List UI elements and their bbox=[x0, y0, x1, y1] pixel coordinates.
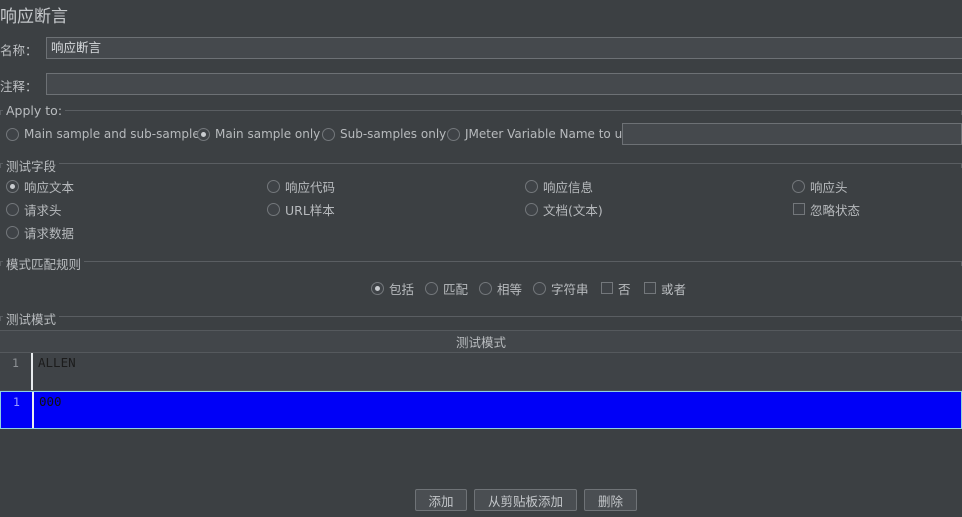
radio-request-headers[interactable]: 请求头 bbox=[6, 200, 62, 218]
radio-document-text[interactable]: 文档(文本) bbox=[525, 200, 603, 218]
option-label: 匹配 bbox=[443, 281, 469, 297]
table-row[interactable]: 1 000 bbox=[0, 391, 962, 429]
option-label: 文档(文本) bbox=[543, 202, 603, 218]
test-field-title: 测试字段 bbox=[3, 156, 60, 175]
row-number: 1 bbox=[12, 356, 19, 370]
radio-contains[interactable]: 包括 bbox=[371, 279, 414, 297]
radio-url-sample[interactable]: URL样本 bbox=[267, 200, 335, 218]
option-label: 响应代码 bbox=[285, 179, 336, 195]
pattern-rules-title: 模式匹配规则 bbox=[3, 254, 85, 273]
checkbox-not[interactable]: 否 bbox=[601, 279, 631, 297]
comment-label: 注释： bbox=[0, 79, 38, 94]
apply-to-title: Apply to: bbox=[3, 103, 66, 118]
option-label: 否 bbox=[618, 281, 631, 297]
radio-response-code[interactable]: 响应代码 bbox=[267, 177, 335, 195]
group-border-left bbox=[0, 110, 1, 115]
option-label: URL样本 bbox=[285, 202, 335, 218]
option-label: Main sample only bbox=[215, 127, 321, 141]
row-value[interactable]: 000 bbox=[32, 392, 961, 428]
radio-jmeter-variable-name[interactable]: JMeter Variable Name to use bbox=[447, 125, 636, 143]
checkbox-or[interactable]: 或者 bbox=[644, 279, 686, 297]
radio-sub-samples-only[interactable]: Sub-samples only bbox=[322, 125, 446, 143]
radio-icon bbox=[792, 179, 805, 193]
group-border-left bbox=[0, 163, 1, 168]
add-from-clipboard-button[interactable]: 从剪贴板添加 bbox=[474, 489, 577, 511]
radio-main-sample-only[interactable]: Main sample only bbox=[197, 125, 320, 143]
radio-icon bbox=[322, 127, 335, 141]
radio-icon bbox=[6, 179, 19, 193]
radio-main-sample-and-sub-samples[interactable]: Main sample and sub-samples bbox=[6, 125, 206, 143]
option-label: 响应文本 bbox=[24, 179, 75, 195]
comment-field-row: 注释： bbox=[0, 73, 962, 95]
radio-icon bbox=[447, 127, 460, 141]
name-field-row: 名称： 响应断言 bbox=[0, 37, 962, 59]
option-label: 忽略状态 bbox=[810, 202, 861, 218]
group-border-left bbox=[0, 316, 1, 321]
apply-to-group: Apply to: Main sample and sub-samples Ma… bbox=[0, 103, 962, 150]
radio-icon bbox=[197, 127, 210, 141]
option-label: 请求头 bbox=[24, 202, 62, 218]
radio-substring[interactable]: 字符串 bbox=[533, 279, 589, 297]
group-border-left bbox=[0, 261, 1, 266]
comment-input[interactable] bbox=[46, 73, 962, 95]
option-label: 包括 bbox=[389, 281, 415, 297]
option-label: 响应头 bbox=[810, 179, 848, 195]
name-label: 名称： bbox=[0, 43, 38, 58]
group-border-top bbox=[0, 163, 962, 164]
checkbox-icon bbox=[601, 282, 613, 294]
test-field-group: 测试字段 响应文本 请求头 请求数据 响应代码 URL样本 响应信息 文档(文本… bbox=[0, 156, 962, 249]
radio-icon bbox=[525, 179, 538, 193]
row-number: 1 bbox=[13, 395, 20, 409]
radio-icon bbox=[525, 202, 538, 216]
pattern-rules-group: 模式匹配规则 包括 匹配 相等 字符串 否 或者 bbox=[0, 254, 962, 303]
test-patterns-table: 测试模式 1 ALLEN 1 000 bbox=[0, 330, 962, 429]
test-patterns-group: 测试模式 bbox=[0, 309, 962, 328]
option-label: 或者 bbox=[661, 281, 687, 297]
radio-icon bbox=[6, 225, 19, 239]
radio-icon bbox=[267, 202, 280, 216]
radio-equals[interactable]: 相等 bbox=[479, 279, 522, 297]
add-button[interactable]: 添加 bbox=[415, 489, 467, 511]
radio-icon bbox=[425, 281, 438, 295]
checkbox-icon bbox=[644, 282, 656, 294]
group-border-top bbox=[0, 316, 962, 317]
option-label: 相等 bbox=[497, 281, 523, 297]
radio-icon bbox=[533, 281, 546, 295]
radio-icon bbox=[267, 179, 280, 193]
radio-matches[interactable]: 匹配 bbox=[425, 279, 468, 297]
group-border-top bbox=[0, 110, 962, 111]
radio-response-text[interactable]: 响应文本 bbox=[6, 177, 74, 195]
radio-icon bbox=[479, 281, 492, 295]
checkbox-ignore-status[interactable]: 忽略状态 bbox=[793, 200, 860, 218]
group-border-top bbox=[0, 261, 962, 262]
row-value[interactable]: ALLEN bbox=[31, 353, 962, 390]
test-patterns-title: 测试模式 bbox=[3, 309, 60, 328]
radio-request-data[interactable]: 请求数据 bbox=[6, 223, 74, 241]
radio-icon bbox=[6, 202, 19, 216]
radio-icon bbox=[371, 281, 384, 295]
jmeter-variable-input[interactable] bbox=[622, 123, 962, 145]
table-column-header[interactable]: 测试模式 bbox=[0, 331, 962, 353]
option-label: Main sample and sub-samples bbox=[24, 127, 206, 141]
radio-icon bbox=[6, 127, 19, 141]
table-row[interactable]: 1 ALLEN bbox=[0, 353, 962, 391]
name-input[interactable]: 响应断言 bbox=[46, 37, 962, 59]
radio-response-message[interactable]: 响应信息 bbox=[525, 177, 593, 195]
radio-response-headers[interactable]: 响应头 bbox=[792, 177, 848, 195]
checkbox-icon bbox=[793, 203, 805, 215]
option-label: JMeter Variable Name to use bbox=[465, 127, 636, 141]
delete-button[interactable]: 删除 bbox=[584, 489, 637, 511]
option-label: 字符串 bbox=[551, 281, 589, 297]
option-label: Sub-samples only bbox=[340, 127, 447, 141]
page-title: 响应断言 bbox=[0, 7, 68, 27]
option-label: 请求数据 bbox=[24, 225, 75, 241]
option-label: 响应信息 bbox=[543, 179, 594, 195]
